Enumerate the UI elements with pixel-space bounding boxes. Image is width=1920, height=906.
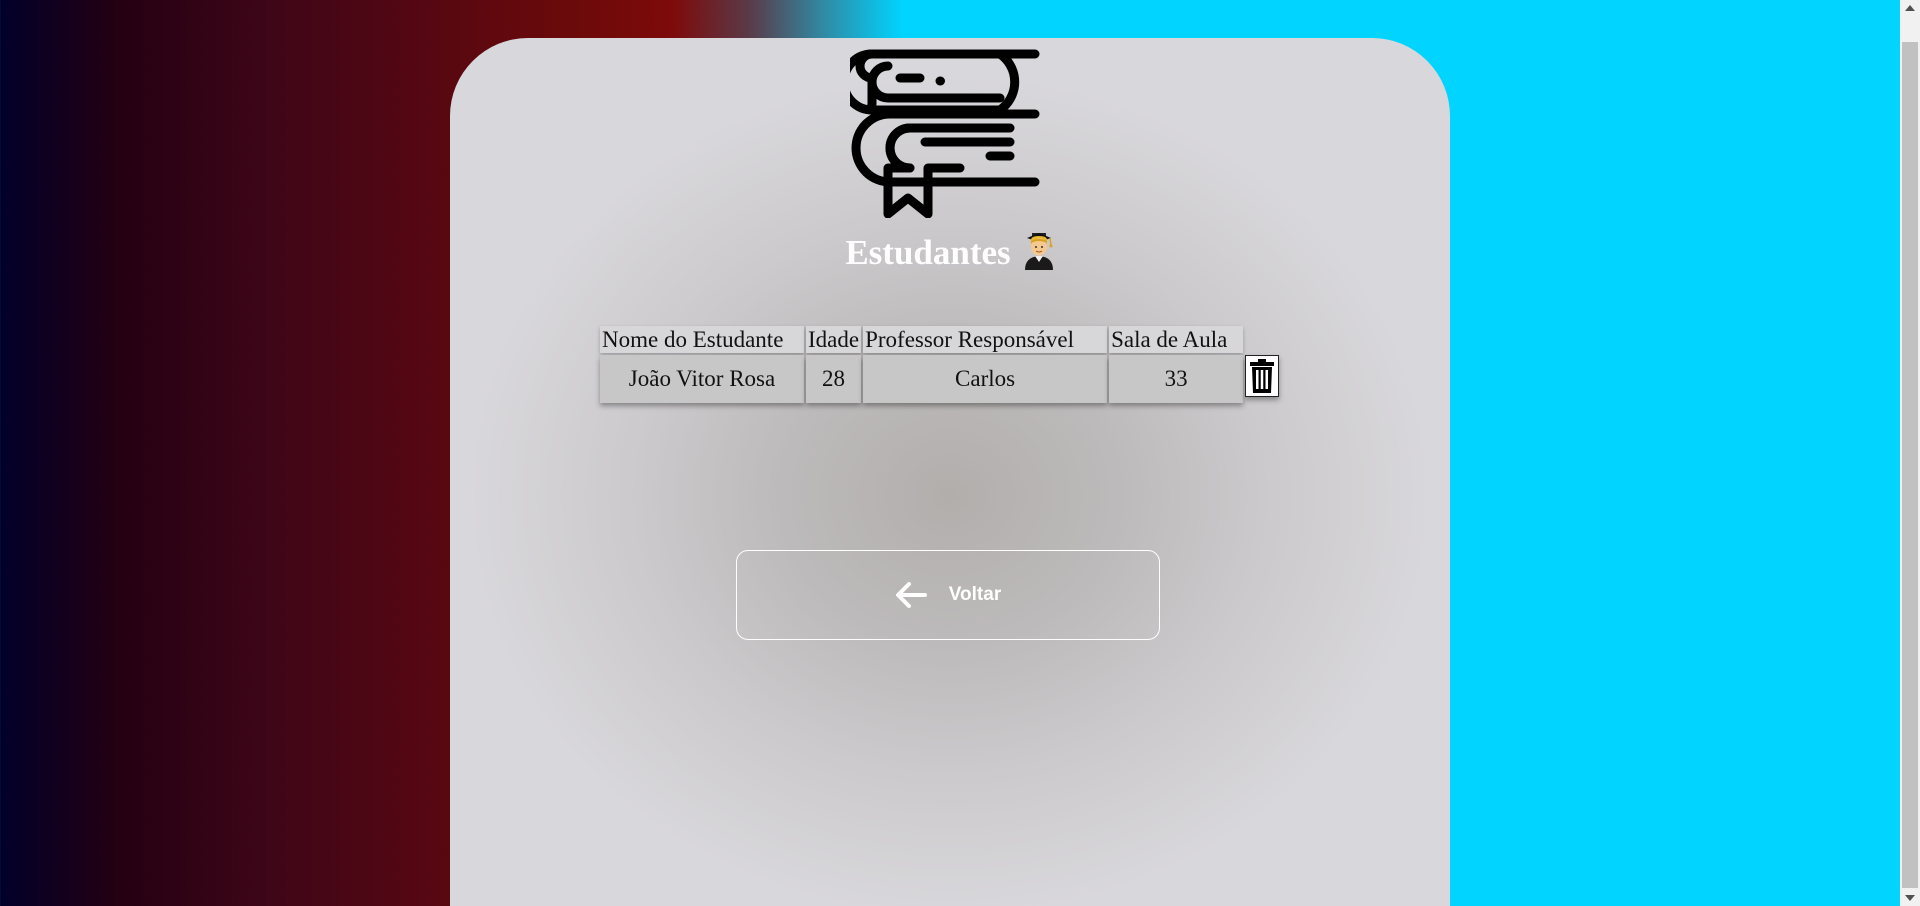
cell-teacher: Carlos [863, 355, 1108, 403]
header-classroom: Sala de Aula [1109, 326, 1244, 353]
books-stack-icon [850, 49, 1040, 218]
page-title: Estudantes [450, 228, 1450, 278]
graduate-emoji-icon [1024, 233, 1053, 270]
main-card: Estudantes Nome do Estudante Idade Profe… [450, 38, 1450, 906]
cell-classroom: 33 [1109, 355, 1244, 403]
header-student-name: Nome do Estudante [600, 326, 804, 353]
scrollbar-thumb[interactable] [1902, 42, 1918, 888]
back-button[interactable]: Voltar [736, 550, 1160, 640]
cell-age: 28 [806, 355, 862, 403]
table-row: João Vitor Rosa 28 Carlos 33 [600, 355, 1280, 403]
trash-icon [1250, 359, 1275, 393]
header-teacher: Professor Responsável [863, 326, 1108, 353]
cell-student-name: João Vitor Rosa [600, 355, 804, 403]
arrow-left-icon [895, 582, 927, 608]
table-header-row: Nome do Estudante Idade Professor Respon… [600, 326, 1279, 353]
scroll-up-arrow-icon[interactable] [1905, 5, 1915, 11]
vertical-scrollbar[interactable] [1900, 0, 1920, 906]
scroll-down-arrow-icon[interactable] [1905, 895, 1915, 901]
page-title-text: Estudantes [845, 233, 1011, 272]
cell-action [1245, 355, 1280, 403]
delete-button[interactable] [1245, 355, 1280, 397]
students-table: Nome do Estudante Idade Professor Respon… [598, 324, 1281, 405]
header-age: Idade [806, 326, 862, 353]
header-action [1245, 326, 1279, 353]
back-button-label: Voltar [948, 584, 1002, 605]
